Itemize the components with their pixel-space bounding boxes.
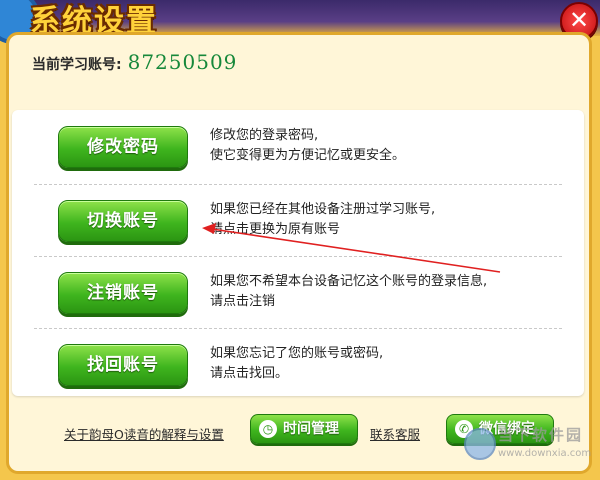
account-info: 当前学习账号: 87250509 <box>32 50 237 74</box>
logout-account-desc: 如果您不希望本台设备记忆这个账号的登录信息, 请点击注销 <box>210 272 570 312</box>
logout-account-button[interactable]: 注销账号 <box>58 272 188 314</box>
change-password-button[interactable]: 修改密码 <box>58 126 188 168</box>
desc-line: 如果您已经在其他设备注册过学习账号, <box>210 202 436 217</box>
clock-icon: ◷ <box>259 420 277 438</box>
options-card: 修改密码 修改您的登录密码, 使它变得更为方便记忆或更安全。 切换账号 如果您已… <box>12 110 584 396</box>
option-row-switch-account: 切换账号 如果您已经在其他设备注册过学习账号, 请点击更换为原有账号 <box>12 184 584 256</box>
recover-account-desc: 如果您忘记了您的账号或密码, 请点击找回。 <box>210 344 570 384</box>
option-row-recover-account: 找回账号 如果您忘记了您的账号或密码, 请点击找回。 <box>12 328 584 400</box>
customer-service-link[interactable]: 联系客服 <box>370 424 420 443</box>
watermark: 当下软件园 www.downxia.com <box>464 420 598 476</box>
option-row-logout-account: 注销账号 如果您不希望本台设备记忆这个账号的登录信息, 请点击注销 <box>12 256 584 328</box>
desc-line: 修改您的登录密码, <box>210 128 319 143</box>
option-row-change-password: 修改密码 修改您的登录密码, 使它变得更为方便记忆或更安全。 <box>12 110 584 182</box>
account-label: 当前学习账号: <box>32 57 122 73</box>
account-number: 87250509 <box>127 50 238 74</box>
page-title: 系统设置 <box>30 4 158 39</box>
change-password-desc: 修改您的登录密码, 使它变得更为方便记忆或更安全。 <box>210 126 570 166</box>
watermark-url: www.downxia.com <box>498 448 592 459</box>
time-management-label: 时间管理 <box>283 421 339 437</box>
desc-line: 使它变得更为方便记忆或更安全。 <box>210 148 406 163</box>
time-management-button[interactable]: ◷ 时间管理 <box>250 414 358 444</box>
switch-account-button[interactable]: 切换账号 <box>58 200 188 242</box>
desc-line: 请点击注销 <box>210 294 276 309</box>
desc-line: 如果您不希望本台设备记忆这个账号的登录信息, <box>210 274 488 289</box>
watermark-logo-icon <box>464 428 496 460</box>
recover-account-button[interactable]: 找回账号 <box>58 344 188 386</box>
desc-line: 请点击找回。 <box>210 366 289 381</box>
vowel-o-explain-link[interactable]: 关于韵母O读音的解释与设置 <box>64 424 224 443</box>
desc-line: 请点击更换为原有账号 <box>210 222 341 237</box>
watermark-name: 当下软件园 <box>498 426 584 444</box>
switch-account-desc: 如果您已经在其他设备注册过学习账号, 请点击更换为原有账号 <box>210 200 570 240</box>
desc-line: 如果您忘记了您的账号或密码, <box>210 346 384 361</box>
